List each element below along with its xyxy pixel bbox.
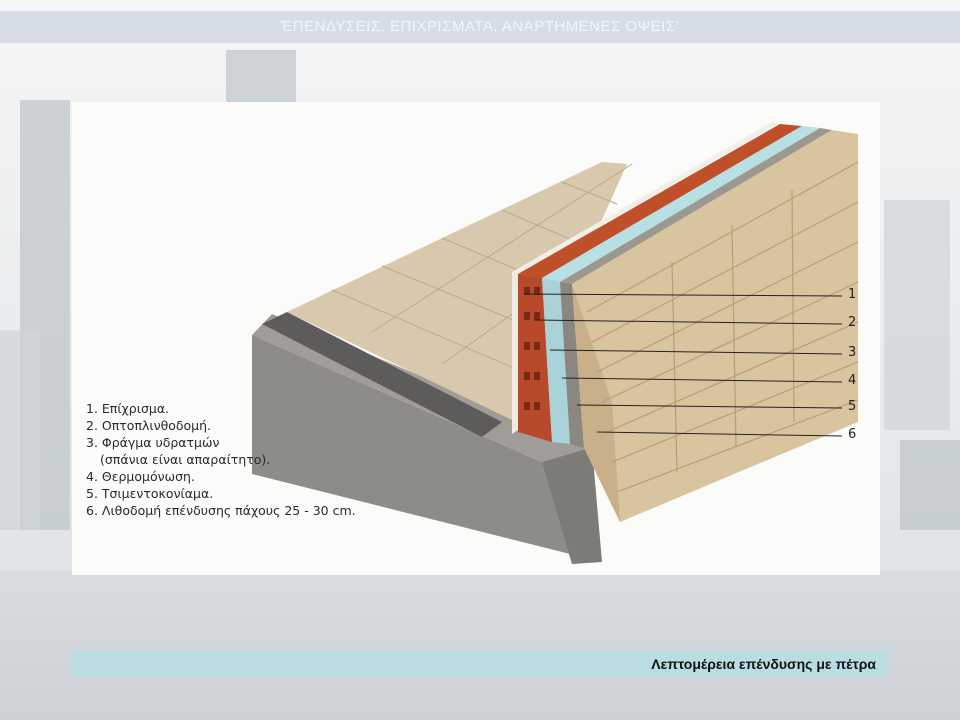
legend-item: 5. Τσιμεντοκονίαμα.	[86, 486, 214, 501]
legend-item: 2. Οπτοπλινθοδομή.	[86, 418, 212, 433]
legend-item: 3. Φράγμα υδρατμών	[86, 435, 220, 450]
callout-number-6: 6	[848, 427, 856, 442]
diagram-legend: 1. Επίχρισμα. 2. Οπτοπλινθοδομή. 3. Φράγ…	[86, 400, 426, 519]
callout-number-3: 3	[848, 345, 856, 360]
legend-item: 6. Λιθοδομή επένδυσης πάχους 25 - 30 cm.	[86, 503, 356, 518]
legend-item: 4. Θερμομόνωση.	[86, 469, 195, 484]
figure-caption: Λεπτομέρεια επένδυσης με πέτρα	[651, 656, 876, 672]
legend-item: (σπάνια είναι απαραίτητο).	[100, 452, 271, 467]
callout-number-1: 1	[848, 287, 856, 302]
slide-title: ΈΠΕΝΔΥΣΕΙΣ, ΕΠΙΧΡΙΣΜΑΤΑ, ΑΝΑΡΤΗΜΕΝΕΣ ΟΨΕ…	[280, 18, 680, 35]
legend-item: 1. Επίχρισμα.	[86, 401, 170, 416]
callout-number-4: 4	[848, 373, 856, 388]
callout-number-5: 5	[848, 399, 856, 414]
callout-number-2: 2	[848, 315, 856, 330]
